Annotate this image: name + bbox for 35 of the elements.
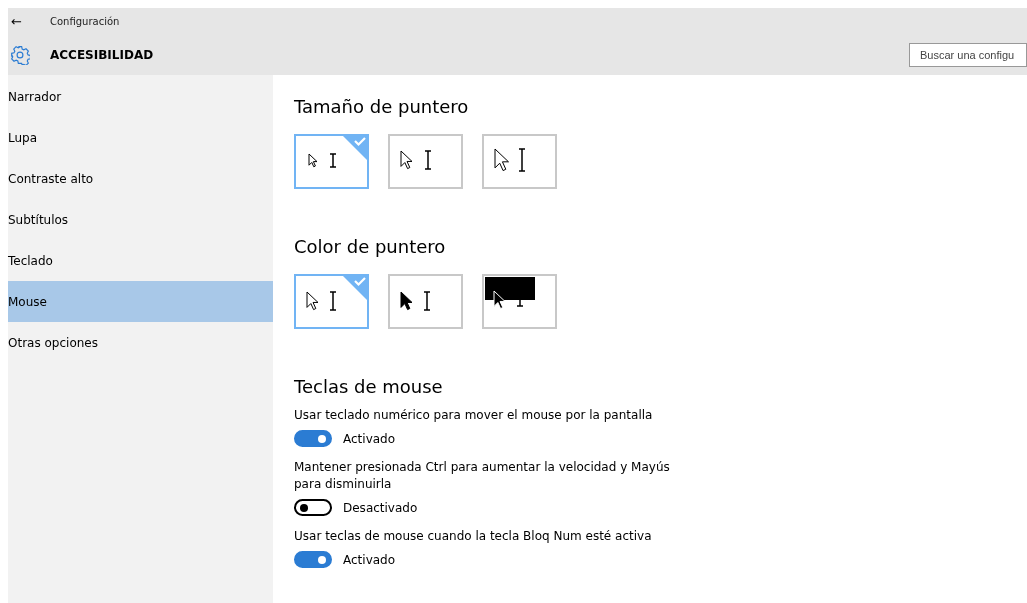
page-title: ACCESIBILIDAD [50,47,154,62]
toggle-state: Activado [343,431,396,446]
toggle-switch[interactable] [294,430,332,447]
pointer-cursor-icon [306,291,337,311]
toggle-state: Activado [343,552,396,567]
setting-label: Usar teclas de mouse cuando la tecla Bloq Num esté activa [294,528,653,545]
sidebar-item[interactable]: Narrador [8,76,273,117]
toggle-switch[interactable] [294,499,332,516]
window-title: Configuración [50,15,120,27]
section-heading: Tamaño de puntero [294,95,470,119]
toggle-state: Desactivado [343,500,418,515]
sidebar-item[interactable]: Subtítulos [8,199,273,240]
section-heading: Color de puntero [294,235,447,259]
back-button[interactable]: ← [11,13,31,29]
pointer-option[interactable] [388,274,463,329]
pointer-cursor-icon [308,153,337,168]
toggle-switch[interactable] [294,551,332,568]
settings-icon [10,44,30,65]
sidebar-item[interactable]: Otras opciones [8,322,273,363]
search-field[interactable]: Buscar una configu [909,42,1027,67]
sidebar-item[interactable]: Lupa [8,117,273,158]
setting-label: Usar teclado numérico para mover el mouse por la pantalla [294,407,654,424]
pointer-cursor-icon [400,150,432,170]
pointer-cursor-icon [484,276,535,312]
check-icon [341,274,369,302]
pointer-cursor-icon [494,148,526,172]
sidebar-item[interactable]: Mouse [8,281,273,322]
setting-label: Mantener presionada Ctrl para aumentar la velocidad y Mayús para disminuirla [294,459,671,493]
check-icon [341,134,369,162]
pointer-cursor-icon [400,291,431,311]
pointer-option[interactable] [482,134,557,189]
section-heading: Teclas de mouse [294,375,444,399]
sidebar-item[interactable]: Teclado [8,240,273,281]
pointer-option[interactable] [482,274,557,329]
sidebar-item[interactable]: Contraste alto [8,158,273,199]
